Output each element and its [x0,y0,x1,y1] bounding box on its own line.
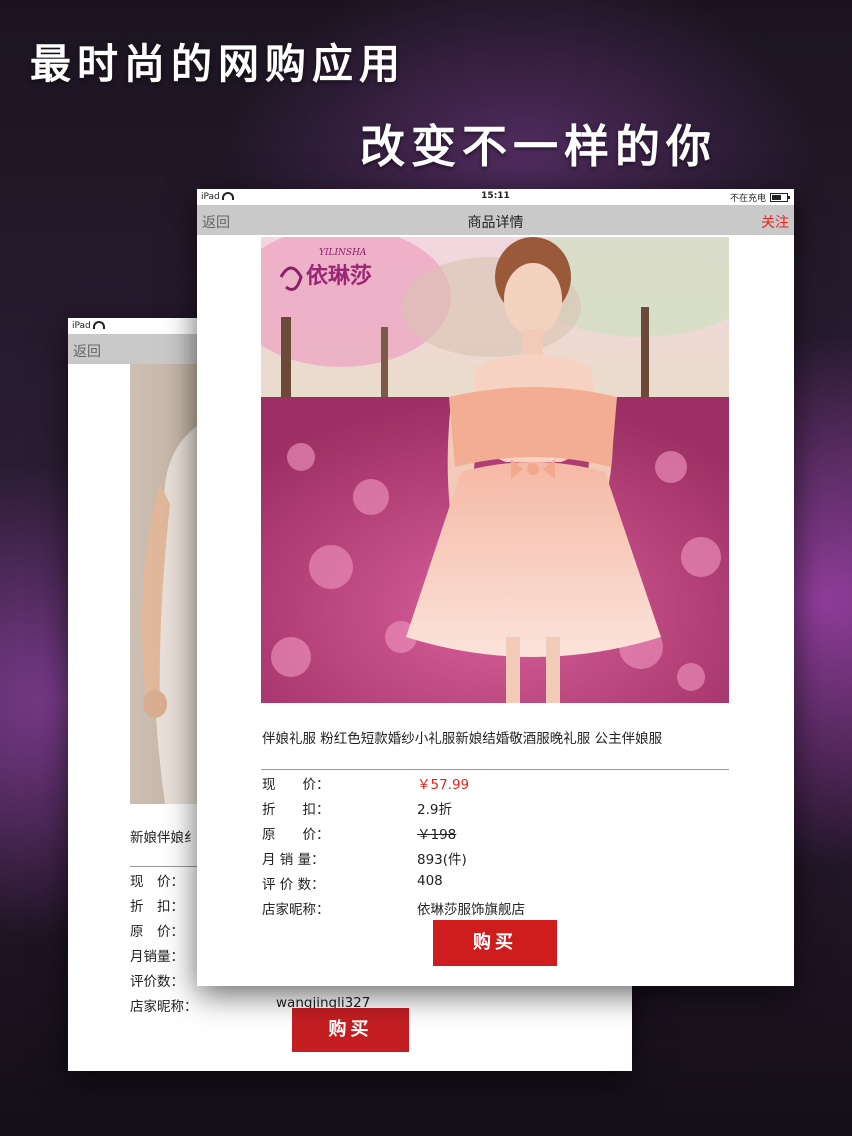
brand-latin: YILINSHA [319,248,367,258]
product-title: 伴娘礼服 粉红色短款婚纱小礼服新娘结婚敬酒服晚礼服 公主伴娘服 [262,731,663,747]
shop-label: 店家昵称： [262,902,330,918]
detail-label: 评价数： [130,974,184,990]
shop-name[interactable]: 依琳莎服饰旗舰店 [417,898,525,918]
original-price-label: 原 价： [262,827,330,843]
product-image: YILINSHA 依琳莎 [261,237,729,703]
detail-label: 折 扣： [130,899,184,915]
reviews-value: 408 [417,873,443,889]
detail-label: 月销量： [130,949,184,965]
monthly-sales-label: 月 销 量： [262,852,325,868]
charging-status: 不在充电 [729,194,766,204]
detail-label: 现 价： [130,874,184,890]
nav-bar: 返回 商品详情 关注 [197,205,794,235]
current-price-value: ￥57.99 [417,777,470,793]
battery-icon [770,193,790,202]
original-price-row: 原 价： ￥198 [262,823,722,848]
headline-line-2: 改变不一样的你 [360,120,718,173]
reviews-label: 评 价 数： [262,877,325,893]
details-list: 现 价： ￥57.99 折 扣： 2.9折 原 价： ￥198 月 销 量： 8… [262,773,722,923]
back-button[interactable]: 返回 [73,341,101,361]
discount-value: 2.9折 [417,802,452,818]
headline-line-1: 最时尚的网购应用 [30,40,406,88]
status-time: 15:11 [481,191,510,201]
divider [261,769,729,770]
current-price-label: 现 价： [262,777,330,793]
status-device: iPad [72,320,105,331]
status-battery: 不在充电 [729,191,790,204]
buy-button[interactable]: 购买 [292,1008,409,1052]
detail-label: 店家昵称： [130,999,198,1015]
brand-name: 依琳莎 [306,263,372,289]
buy-button[interactable]: 购买 [433,920,557,966]
monthly-sales-row: 月 销 量： 893(件) [262,848,722,873]
follow-button[interactable]: 关注 [761,212,789,232]
status-bar: iPad 15:11 不在充电 [197,189,794,205]
discount-label: 折 扣： [262,802,330,818]
detail-label: 原 价： [130,924,184,940]
wifi-icon [92,321,105,329]
reviews-row: 评 价 数： 408 [262,873,722,898]
original-price-value: ￥198 [417,827,457,843]
front-screenshot: iPad 15:11 不在充电 返回 商品详情 关注 YILINSHA 依琳莎 … [197,189,794,986]
page-title: 商品详情 [467,215,524,231]
discount-row: 折 扣： 2.9折 [262,798,722,823]
product-title: 新娘伴娘纟 [130,830,198,846]
monthly-sales-value: 893(件) [417,852,467,868]
current-price-row: 现 价： ￥57.99 [262,773,722,798]
